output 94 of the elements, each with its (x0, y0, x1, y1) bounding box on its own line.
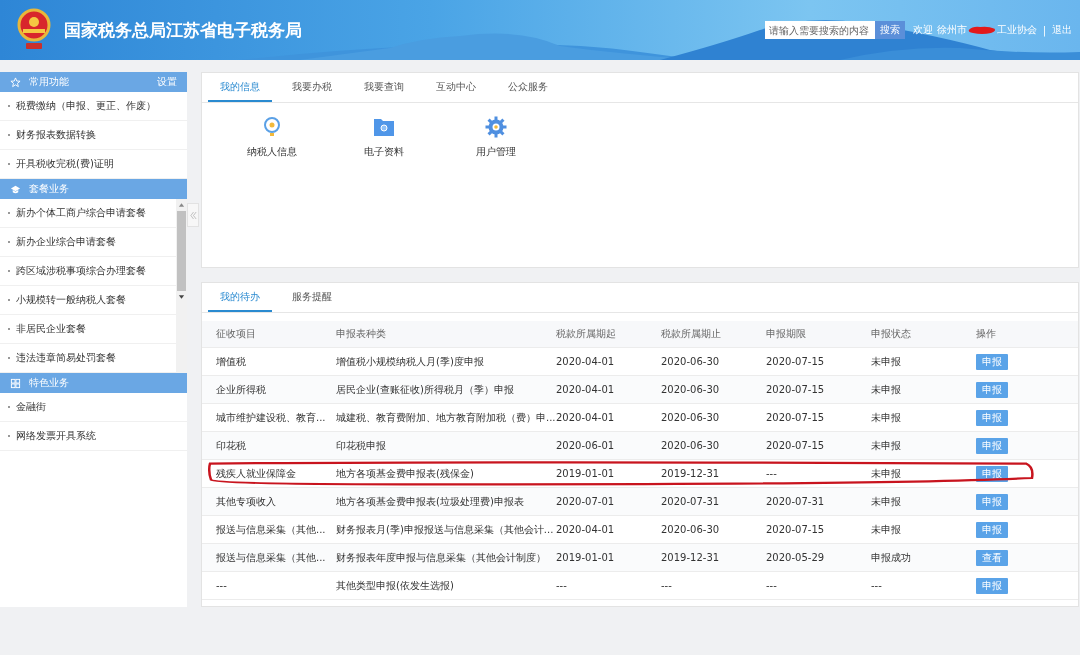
table-cell-text: 城市维护建设税、教育... (216, 410, 327, 425)
function-tile[interactable]: 电子资料 (354, 115, 414, 159)
scroll-down-icon[interactable] (178, 294, 185, 300)
table-cell-text: 2020-06-30 (661, 524, 721, 535)
section-title: 套餐业务 (29, 182, 69, 196)
section-title: 常用功能 (29, 75, 69, 89)
table-cell-text: 2020-07-15 (766, 356, 826, 367)
star-icon (10, 76, 21, 88)
function-tile[interactable]: 纳税人信息 (242, 115, 302, 159)
table-cell-text: 2020-04-01 (556, 412, 616, 423)
table-cell-text: --- (871, 580, 883, 591)
table-cell-text: 未申报 (871, 354, 902, 369)
table-cell-text: 财务报表月(季)申报报送与信息采集（其他会计... (336, 522, 555, 537)
sidebar-item[interactable]: 财务报表数据转换 (0, 121, 187, 150)
scroll-up-icon[interactable] (178, 202, 185, 208)
table-cell-text: 未申报 (871, 522, 902, 537)
grid-icon (10, 377, 21, 389)
table-cell-text: 2020-06-01 (556, 440, 616, 451)
sidebar-item[interactable]: 税费缴纳（申报、更正、作废） (0, 92, 187, 121)
table-cell-text: 印花税 (216, 438, 247, 453)
table-cell-text: 增值税小规模纳税人月(季)度申报 (336, 354, 485, 369)
user-name: 工业协会 (996, 23, 1037, 37)
table-cell-text: 申报成功 (871, 550, 912, 565)
column-header: 申报状态 (871, 327, 912, 341)
table-cell-text: 企业所得税 (216, 382, 267, 397)
table-cell-text: 2020-04-01 (556, 384, 616, 395)
table-cell-text: 其他类型申报(依发生选报) (336, 578, 455, 593)
table-cell-text: 2020-06-30 (661, 440, 721, 451)
table-cell-text: 未申报 (871, 466, 902, 481)
tab[interactable]: 我要办税 (280, 73, 344, 102)
table-cell-text: --- (766, 580, 778, 591)
tab[interactable]: 服务提醒 (280, 283, 344, 312)
table-cell-text: 印花税申报 (336, 438, 387, 453)
table-cell-text: 报送与信息采集（其他... (216, 550, 327, 565)
scrollbar-thumb[interactable] (177, 211, 186, 291)
table-cell-text: 2020-07-15 (766, 412, 826, 423)
welcome-text: 欢迎 (912, 23, 933, 37)
table-cell-text: --- (766, 468, 778, 479)
tab[interactable]: 我的信息 (208, 73, 272, 102)
column-header: 税款所属期起 (556, 327, 617, 341)
tab[interactable]: 公众服务 (496, 73, 560, 102)
search-field[interactable]: 请输入需要搜索的内容 (764, 21, 875, 39)
table-cell-text: 2020-04-01 (556, 356, 616, 367)
tab[interactable]: 互动中心 (424, 73, 488, 102)
column-header: 税款所属期止 (661, 327, 722, 341)
table-cell-text: --- (661, 580, 673, 591)
table-cell-text: 2020-07-15 (766, 440, 826, 451)
table-cell-text: 未申报 (871, 438, 902, 453)
section-title: 特色业务 (29, 376, 69, 390)
column-header: 征收项目 (216, 327, 257, 341)
table-cell-text: 2019-01-01 (556, 552, 616, 563)
column-header: 申报表种类 (336, 327, 387, 341)
table-cell-text: 2020-04-01 (556, 524, 616, 535)
table-cell-text: 未申报 (871, 410, 902, 425)
column-header: 操作 (976, 327, 997, 341)
table-cell-text: 2020-06-30 (661, 356, 721, 367)
table-cell-text: 2020-07-01 (556, 496, 616, 507)
table-cell-text: 2020-07-15 (766, 524, 826, 535)
user-name: 徐州市 (936, 23, 967, 37)
function-tile[interactable]: 用户管理 (466, 115, 526, 159)
table-cell-text: 居民企业(查账征收)所得税月（季）申报 (336, 382, 515, 397)
table-cell-text: 2020-06-30 (661, 412, 721, 423)
table-cell-text: 2019-12-31 (661, 552, 721, 563)
table-cell-text: 报送与信息采集（其他... (216, 522, 327, 537)
table-cell-text: 其他专项收入 (216, 494, 277, 509)
column-header: 申报期限 (766, 327, 807, 341)
gear-icon (484, 115, 508, 139)
table-cell-text: 财务报表年度申报与信息采集（其他会计制度） (336, 550, 547, 565)
table-cell-text: 2020-07-15 (766, 384, 826, 395)
tab[interactable]: 我的待办 (208, 283, 272, 312)
site-title: 国家税务总局江苏省电子税务局 (64, 18, 302, 42)
table-cell-text: --- (216, 580, 228, 591)
table-cell-text: 地方各项基金费申报表(残保金) (336, 466, 475, 481)
table-cell-text: 未申报 (871, 382, 902, 397)
scrollbar[interactable] (176, 199, 187, 373)
sidebar-item[interactable]: 网络发票开具系统 (0, 422, 187, 451)
table-cell-text: 2019-12-31 (661, 468, 721, 479)
table-cell-text: 2020-06-30 (661, 384, 721, 395)
table-cell-text: 2020-05-29 (766, 552, 826, 563)
table-cell-text: 增值税 (216, 354, 247, 369)
collapse-icon (189, 210, 197, 220)
table-cell-text: 2019-01-01 (556, 468, 616, 479)
table-cell-text: 残疾人就业保障金 (216, 466, 297, 481)
collapse-toggle[interactable] (187, 203, 199, 227)
table-cell: 城建税、教育费附加、地方教育附加税（费）申... (336, 410, 556, 425)
table-cell-text: --- (556, 580, 568, 591)
table-cell-text: 地方各项基金费申报表(垃圾处理费)申报表 (336, 494, 525, 509)
cap-icon (10, 183, 21, 195)
table-cell-text: 未申报 (871, 494, 902, 509)
table-cell-text: 2020-07-31 (661, 496, 721, 507)
table-cell-text: 2020-07-31 (766, 496, 826, 507)
sidebar-item[interactable]: 金融街 (0, 393, 187, 422)
separator-text: | (1042, 24, 1046, 36)
tab[interactable]: 我要查询 (352, 73, 416, 102)
